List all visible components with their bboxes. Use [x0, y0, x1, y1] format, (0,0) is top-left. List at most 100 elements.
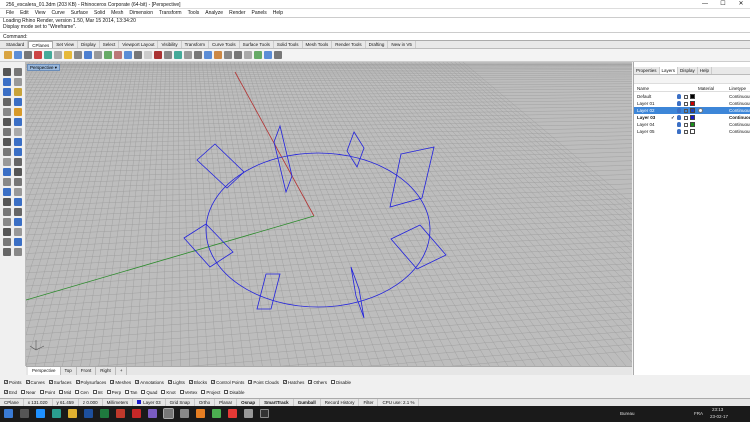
vlc-icon[interactable] [196, 409, 205, 418]
viewport-canvas[interactable] [26, 62, 632, 366]
tab-right[interactable]: Right [96, 367, 116, 375]
tool-icon[interactable] [3, 128, 11, 136]
tool-icon[interactable] [244, 51, 252, 59]
tool-icon[interactable] [14, 158, 22, 166]
tool-icon[interactable] [14, 168, 22, 176]
checkbox[interactable] [224, 390, 229, 394]
checkbox[interactable]: ✓ [4, 390, 8, 394]
checkbox[interactable]: ✓ [167, 380, 172, 384]
taskview-icon[interactable] [20, 409, 29, 418]
material-icon[interactable] [698, 108, 703, 113]
layer-row[interactable]: Layer 03 ✓ Continuous [634, 114, 750, 121]
layer-color-swatch[interactable] [690, 101, 695, 106]
osnap-near[interactable]: Near [21, 390, 36, 395]
filter-others[interactable]: ✓ Others [308, 380, 327, 385]
checkbox[interactable]: ✓ [248, 380, 253, 384]
maximize-button[interactable]: ☐ [714, 0, 732, 9]
app-icon[interactable] [212, 409, 221, 418]
layer-color-swatch[interactable] [690, 108, 695, 113]
tab-layers[interactable]: Layers [659, 67, 679, 74]
layer-color-swatch[interactable] [690, 94, 695, 99]
layer-row[interactable]: Layer 05 Continuous [634, 128, 750, 135]
tool-icon[interactable] [14, 88, 22, 96]
checkbox[interactable]: ✓ [135, 380, 140, 384]
menu-panels[interactable]: Panels [249, 9, 270, 17]
tool-icon[interactable] [3, 118, 11, 126]
tool-icon[interactable] [214, 51, 222, 59]
filter-disable[interactable]: Disable [330, 380, 351, 385]
menu-analyze[interactable]: Analyze [202, 9, 226, 17]
layer-linetype[interactable]: Continuous [729, 107, 750, 114]
layer-row[interactable]: Layer 02 Continuous [634, 107, 750, 114]
layer-linetype[interactable]: Continuous [729, 128, 750, 135]
lock-icon[interactable] [684, 129, 688, 134]
tab-display[interactable]: Display [678, 67, 698, 74]
tab-top[interactable]: Top [61, 367, 77, 375]
tool-icon[interactable] [14, 78, 22, 86]
tool-icon[interactable] [3, 68, 11, 76]
osnap-knot[interactable]: Knot [161, 390, 176, 395]
menu-curve[interactable]: Curve [48, 9, 67, 17]
tool-icon[interactable] [3, 148, 11, 156]
rhino-icon[interactable] [163, 408, 174, 419]
tool-icon[interactable] [4, 51, 12, 59]
layer-name[interactable]: Layer 02 [637, 107, 655, 114]
app-icon[interactable] [260, 409, 269, 418]
toolbar-tab-mesh-tools[interactable]: Mesh Tools [303, 41, 333, 48]
layer-linetype[interactable]: Continuous [729, 93, 750, 100]
tray-time[interactable]: 23:13 [712, 407, 723, 412]
toolbar-tab-curve-tools[interactable]: Curve Tools [209, 41, 240, 48]
layer-color-swatch[interactable] [690, 122, 695, 127]
osnap-project[interactable]: Project [201, 390, 220, 395]
menu-dimension[interactable]: Dimension [126, 9, 156, 17]
filter-blocks[interactable]: ✓ Blocks [188, 380, 207, 385]
lightbulb-icon[interactable] [677, 115, 681, 120]
tool-icon[interactable] [134, 51, 142, 59]
tool-icon[interactable] [84, 51, 92, 59]
toolbar-tab-cplanes[interactable]: CPlanes [28, 41, 54, 48]
toolbar-tab-display[interactable]: Display [78, 41, 100, 48]
tool-icon[interactable] [54, 51, 62, 59]
browser-icon[interactable] [36, 409, 45, 418]
checkbox[interactable] [161, 390, 166, 394]
tool-icon[interactable] [14, 118, 22, 126]
app-icon[interactable] [52, 409, 61, 418]
lightbulb-icon[interactable] [677, 129, 681, 134]
checkbox[interactable] [21, 390, 26, 394]
layer-name[interactable]: Layer 05 [637, 128, 655, 135]
checkbox[interactable]: ✓ [110, 380, 115, 384]
lightbulb-icon[interactable] [677, 108, 681, 113]
osnap-perp[interactable]: Perp [106, 390, 121, 395]
tool-icon[interactable] [14, 68, 22, 76]
menu-solid[interactable]: Solid [91, 9, 108, 17]
checkbox[interactable]: ✓ [4, 380, 8, 384]
checkbox[interactable]: ✓ [308, 380, 313, 384]
tool-icon[interactable] [14, 228, 22, 236]
tool-icon[interactable] [14, 248, 22, 256]
tool-icon[interactable] [14, 128, 22, 136]
windows-start-icon[interactable] [4, 409, 13, 418]
tray-language[interactable]: FRA [694, 411, 703, 416]
osnap-cen[interactable]: Cen [75, 390, 89, 395]
tool-icon[interactable] [14, 188, 22, 196]
menu-file[interactable]: File [3, 9, 17, 17]
lock-icon[interactable] [684, 115, 688, 120]
filter-surfaces[interactable]: ✓ Surfaces [48, 380, 72, 385]
file-explorer-icon[interactable] [68, 409, 77, 418]
checkbox[interactable]: ✓ [188, 380, 193, 384]
osnap-quad[interactable]: Quad [141, 390, 157, 395]
tool-icon[interactable] [14, 238, 22, 246]
lock-icon[interactable] [684, 101, 688, 106]
osnap-int[interactable]: Int [92, 390, 103, 395]
checkbox[interactable] [330, 380, 335, 384]
tool-icon[interactable] [3, 218, 11, 226]
excel-icon[interactable] [100, 409, 109, 418]
layer-linetype[interactable]: Continuous [729, 114, 750, 121]
add-viewport-tab-button[interactable]: + [116, 367, 128, 375]
tool-icon[interactable] [74, 51, 82, 59]
tool-icon[interactable] [3, 88, 11, 96]
app-icon[interactable] [244, 409, 253, 418]
layer-linetype[interactable]: Continuous [729, 121, 750, 128]
checkbox[interactable] [106, 390, 111, 394]
column-name[interactable]: Name [637, 86, 649, 91]
